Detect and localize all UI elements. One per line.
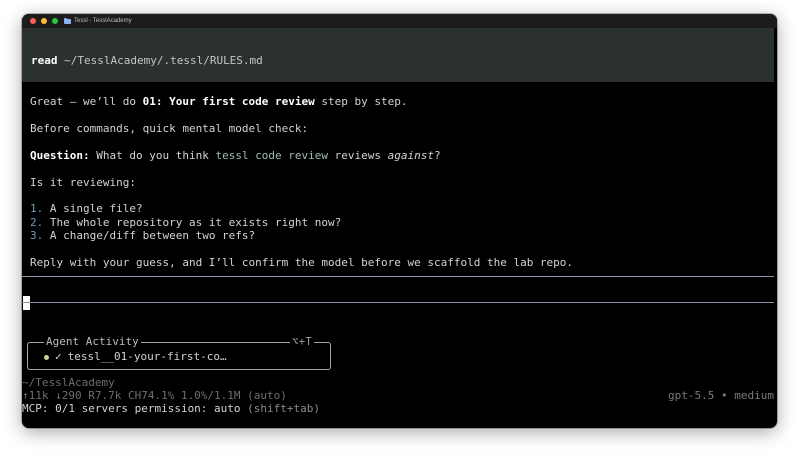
zoom-button[interactable]	[52, 18, 58, 24]
agent-activity-title: Agent Activity	[44, 335, 141, 348]
read-path: ~/TesslAcademy/.tessl/RULES.md	[57, 54, 263, 67]
message-line-intro: Great — we’ll do 01: Your first code rev…	[30, 95, 408, 108]
folder-icon	[64, 17, 71, 24]
agent-activity-item-label: tessl__01-your-first-co…	[67, 350, 227, 363]
message-line-reply: Reply with your guess, and I’ll confirm …	[30, 256, 574, 269]
list-item: 3. A change/diff between two refs?	[30, 229, 256, 242]
close-button[interactable]	[30, 18, 36, 24]
agent-activity-item[interactable]: ✓ tessl__01-your-first-co…	[44, 350, 227, 364]
title-bar: Tessl - TesslAcademy	[22, 14, 777, 28]
terminal-window: Tessl - TesslAcademy read ~/TesslAcademy…	[22, 14, 777, 428]
message-line-model-check: Before commands, quick mental model chec…	[30, 122, 309, 135]
message-line-question: Question: What do you think tessl code r…	[30, 149, 441, 162]
input-bottom-divider	[22, 302, 774, 303]
read-command: read	[31, 54, 58, 67]
check-icon: ✓	[55, 350, 62, 363]
token-usage: ↑11k ↓290 R7.7k CH74.1% 1.0%/1.1M (auto)	[22, 389, 287, 402]
minimize-button[interactable]	[41, 18, 47, 24]
current-directory: ~/TesslAcademy	[22, 376, 115, 389]
status-dot-icon	[44, 354, 49, 360]
permission-hint: (shift+tab)	[240, 402, 321, 415]
model-indicator[interactable]: gpt-5.5 • medium	[668, 389, 774, 403]
window-title: Tessl - TesslAcademy	[74, 18, 132, 24]
input-top-divider	[22, 276, 774, 277]
list-item: 2. The whole repository as it exists rig…	[30, 216, 342, 229]
read-tool-call: read ~/TesslAcademy/.tessl/RULES.md	[22, 28, 774, 82]
agent-activity-hotkey: ⌥+T	[290, 335, 314, 348]
prompt-input-cursor[interactable]	[23, 296, 30, 310]
mcp-status: MCP: 0/1 servers permission: auto (shift…	[22, 402, 321, 415]
message-line-is-it: Is it reviewing:	[30, 176, 136, 189]
list-item: 1. A single file?	[30, 202, 143, 215]
